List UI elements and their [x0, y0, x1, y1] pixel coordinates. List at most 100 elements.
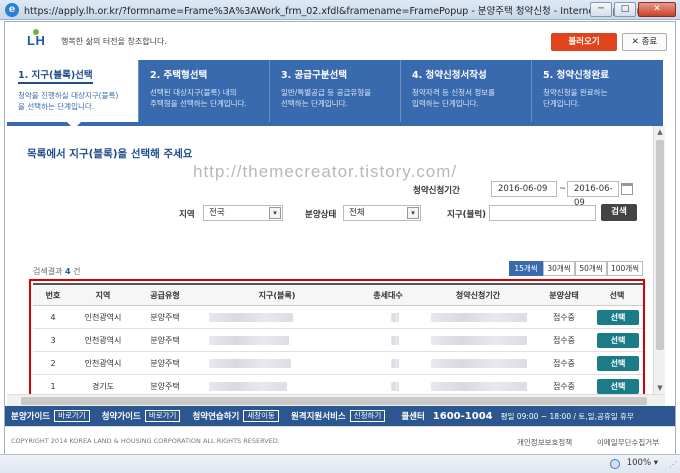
step-desc: 선택된 대상지구(블록) 내의 주택형을 선택하는 단계입니다. [150, 88, 247, 108]
col-supply-type: 공급유형 [150, 291, 180, 300]
window-titlebar: e https://apply.lh.or.kr/?formname=Frame… [0, 0, 680, 20]
block-table: 번호 지역 공급유형 지구(블록) 총세대수 청약신청기간 분양상태 선택 4 … [33, 283, 643, 394]
block-label: 지구(블럭) [447, 210, 487, 220]
col-select: 선택 [609, 291, 625, 300]
select-button[interactable]: 선택 [597, 310, 639, 325]
guide-remote-button[interactable]: 신청하기 [349, 410, 386, 422]
page-size-50[interactable]: 50개씩 [575, 261, 607, 276]
vertical-scrollbar[interactable]: ▲ ▼ [653, 126, 665, 394]
guide-remote: 원격지원서비스 신청하기 [290, 410, 386, 422]
redacted-block-name [209, 359, 291, 368]
select-button[interactable]: 선택 [597, 356, 639, 371]
zoom-icon[interactable] [610, 459, 620, 469]
call-center-hours: 평일 09:00 ~ 18:00 / 토,일,공휴일 휴무 [500, 411, 634, 421]
step-5-complete[interactable]: 5. 청약신청완료 청약신청을 완료하는 단계입니다. [531, 60, 662, 122]
status-select-value: 전체 [349, 208, 365, 218]
dropdown-arrow-icon: ▾ [269, 207, 281, 219]
block-search-input[interactable] [489, 205, 596, 221]
table-row: 2 인천광역시 분양주택 접수중 선택 [33, 352, 643, 375]
redacted-households [391, 313, 399, 322]
table-row: 4 인천광역시 분양주택 접수중 선택 [33, 306, 643, 329]
hscroll-thumb[interactable] [21, 397, 647, 405]
zoom-level[interactable]: 100% ▾ [627, 458, 658, 468]
region-select[interactable]: 전국 ▾ [203, 205, 283, 221]
redacted-period [431, 382, 527, 391]
row-status: 접수중 [552, 359, 576, 368]
table-row: 1 경기도 분양주택 접수중 선택 [33, 375, 643, 394]
guide-label: 분양가이드 [11, 412, 51, 422]
guide-label: 청약가이드 [101, 412, 141, 422]
resize-grip-icon[interactable]: ⋰ [669, 460, 677, 469]
col-period: 청약신청기간 [455, 291, 501, 300]
row-status: 접수중 [552, 382, 576, 391]
step-desc: 청약을 진행하실 대상지구(블록) 을 선택하는 단계입니다. [18, 91, 119, 111]
scroll-up-icon[interactable]: ▲ [654, 126, 666, 138]
step-2-house-type[interactable]: 2. 주택형선택 선택된 대상지구(블록) 내의 주택형을 선택하는 단계입니다… [138, 60, 269, 122]
email-policy-link[interactable]: 이메일무단수집거부 [597, 437, 659, 448]
page-size-15[interactable]: 15개씩 [509, 261, 543, 276]
popup-frame: LH 행복한 삶의 터전을 창조합니다. 불러오기 ✕ 종료 1. 지구(블록)… [4, 21, 676, 454]
date-from-input[interactable]: 2016-06-09 [491, 181, 557, 197]
redacted-households [391, 336, 399, 345]
guide-label: 청약연습하기 [192, 412, 240, 422]
redacted-period [431, 336, 527, 345]
redacted-households [391, 382, 399, 391]
search-button[interactable]: 검색 [601, 204, 637, 221]
horizontal-scrollbar[interactable] [7, 394, 665, 406]
row-status: 접수중 [552, 336, 576, 345]
scroll-thumb[interactable] [656, 140, 664, 350]
status-select[interactable]: 전체 ▾ [343, 205, 421, 221]
close-popup-button[interactable]: ✕ 종료 [622, 33, 667, 51]
guide-practice: 청약연습하기 새창이동 [192, 410, 279, 422]
ie-icon: e [5, 2, 19, 17]
close-window-button[interactable]: ✕ [638, 2, 676, 17]
redacted-period [431, 313, 527, 322]
guide-application: 청약가이드 바로가기 [102, 410, 181, 422]
page-size-100[interactable]: 100개씩 [607, 261, 643, 276]
step-desc: 일반/특별공급 등 공급유형을 선택하는 단계입니다. [281, 88, 372, 108]
guide-label: 원격지원서비스 [290, 412, 346, 422]
footer: COPYRIGHT 2014 KOREA LAND & HOUSING CORP… [5, 426, 675, 454]
result-prefix: 검색결과 [33, 267, 63, 276]
col-households: 총세대수 [373, 291, 403, 300]
select-button[interactable]: 선택 [597, 333, 639, 348]
row-region: 인천광역시 [84, 359, 122, 368]
result-count: 검색결과 4 건 [33, 266, 81, 277]
step-4-application-form[interactable]: 4. 청약신청서작성 청약자격 등 신청서 정보를 입력하는 단계입니다. [400, 60, 531, 122]
row-status: 접수중 [552, 313, 576, 322]
watermark: http://themecreator.tistory.com/ [193, 162, 458, 181]
privacy-policy-link[interactable]: 개인정보보호정책 [517, 437, 572, 448]
window-controls: ─ □ ✕ [590, 2, 676, 17]
step-title: 4. 청약신청서작성 [412, 70, 487, 81]
row-no: 3 [50, 336, 56, 345]
guide-practice-button[interactable]: 새창이동 [243, 410, 279, 422]
row-no: 1 [50, 382, 56, 391]
load-button[interactable]: 불러오기 [551, 33, 617, 51]
row-type: 분양주택 [150, 313, 180, 322]
row-region: 인천광역시 [84, 336, 122, 345]
step-title: 3. 공급구분선택 [281, 70, 347, 81]
step-1-block-select[interactable]: 1. 지구(블록)선택 청약을 진행하실 대상지구(블록) 을 선택하는 단계입… [7, 60, 138, 122]
guide-application-button[interactable]: 바로가기 [144, 410, 181, 422]
col-region: 지역 [95, 291, 111, 300]
status-label: 분양상태 [305, 210, 337, 220]
select-button[interactable]: 선택 [597, 379, 639, 394]
main-content: 목록에서 지구(블록)을 선택해 주세요 http://themecreator… [7, 126, 653, 394]
calendar-icon[interactable] [621, 183, 633, 195]
guide-sale-button[interactable]: 바로가기 [54, 410, 90, 422]
page-size-30[interactable]: 30개씩 [543, 261, 575, 276]
step-3-supply-type[interactable]: 3. 공급구분선택 일반/특별공급 등 공급유형을 선택하는 단계입니다. [269, 60, 400, 122]
region-select-value: 전국 [209, 208, 225, 218]
region-label: 지역 [179, 210, 195, 220]
minimize-button[interactable]: ─ [590, 2, 612, 17]
lh-logo: LH [27, 33, 46, 48]
step-desc: 청약신청을 완료하는 단계입니다. [543, 88, 608, 108]
row-no: 4 [50, 313, 56, 322]
date-to-input[interactable]: 2016-06-09 [567, 181, 619, 208]
maximize-button[interactable]: □ [614, 2, 636, 17]
result-suffix: 건 [73, 267, 81, 276]
redacted-period [431, 359, 527, 368]
redacted-households [391, 359, 399, 368]
scroll-down-icon[interactable]: ▼ [654, 382, 666, 394]
dropdown-arrow-icon: ▾ [407, 207, 419, 219]
